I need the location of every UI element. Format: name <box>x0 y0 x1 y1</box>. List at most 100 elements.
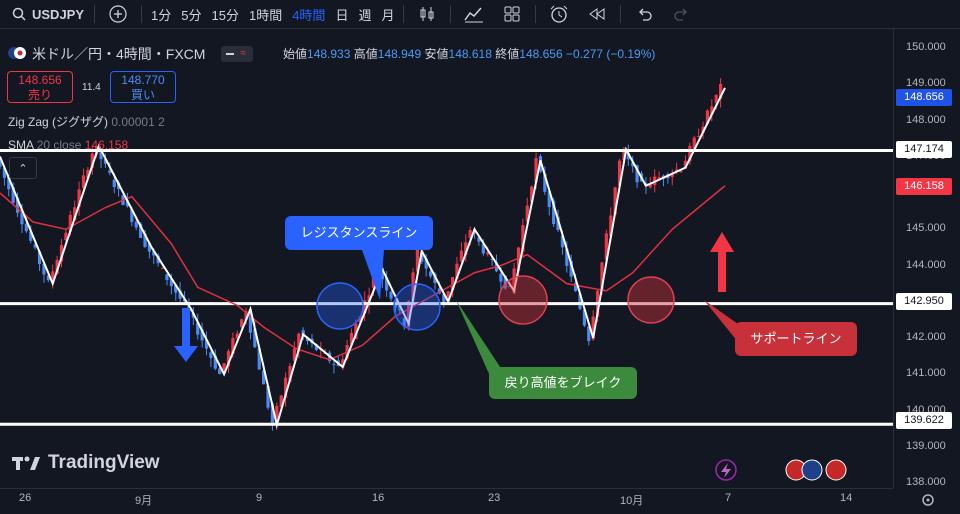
callout-pointer <box>456 300 506 376</box>
price-label: 148.000 <box>906 113 946 126</box>
divider <box>94 5 96 23</box>
chart-legend: 米ドル／円・4時間・FXCM ≈ <box>8 44 254 64</box>
indicator-value: 146.158 <box>84 138 129 152</box>
settings-icon[interactable] <box>920 492 936 508</box>
high-label: 高値 <box>353 47 378 61</box>
time-label: 9 <box>256 492 263 504</box>
event-flags-icon[interactable] <box>785 459 847 481</box>
zigzag-indicator-legend[interactable]: Zig Zag (ジグザグ) 0.00001 2 <box>8 113 165 130</box>
support-price-tag: 142.950 <box>896 293 952 310</box>
price-label: 138.000 <box>906 476 946 488</box>
divider <box>620 5 622 23</box>
candlestick-icon <box>414 1 440 27</box>
candle-body <box>134 221 138 228</box>
buy-price: 148.770 <box>121 73 165 87</box>
timeframe-button[interactable]: 日 <box>330 0 353 28</box>
resistance-touch-circle <box>393 283 441 331</box>
timeframe-button[interactable]: 1時間 <box>244 0 287 28</box>
lightning-bolt <box>721 463 731 478</box>
candle-body <box>209 352 213 359</box>
undo-button[interactable] <box>625 0 663 28</box>
price-label: 139.000 <box>906 439 946 452</box>
open-value: 148.933 <box>307 47 351 61</box>
timeframe-button[interactable]: 週 <box>353 0 376 28</box>
watermark-text: TradingView <box>48 452 160 473</box>
chevron-up-icon: ⌃ <box>18 162 28 175</box>
time-label: 7 <box>725 492 732 504</box>
price-label: 144.000 <box>906 258 946 271</box>
tradingview-logo[interactable]: TradingView <box>12 452 160 474</box>
indicators-icon <box>461 1 487 27</box>
layouts-button[interactable] <box>493 0 531 28</box>
chart-type-button[interactable] <box>408 0 446 28</box>
candle-body <box>332 363 336 365</box>
sma-indicator-legend[interactable]: SMA 20 close 146.158 <box>8 138 128 152</box>
tradingview-logo-icon <box>12 456 40 470</box>
timeframe-selector: 1分 5分 15分 1時間 4時間日週月 <box>146 0 399 28</box>
timeframe-button[interactable]: 4時間 <box>287 0 330 28</box>
low-value: 148.618 <box>448 47 492 61</box>
timeframe-button[interactable]: 月 <box>376 0 399 28</box>
time-label: 14 <box>840 492 853 504</box>
indicator-name: SMA <box>8 138 34 152</box>
candle-body <box>165 274 169 280</box>
eye-toggle-icon[interactable]: ≈ <box>221 46 254 62</box>
indicator-params: 20 close <box>36 138 82 152</box>
candle-body <box>499 273 503 282</box>
time-axis[interactable] <box>0 488 893 514</box>
symbol-search[interactable]: USDJPY <box>0 0 90 28</box>
collapse-legend-button[interactable]: ⌃ <box>9 157 37 179</box>
resistance-callout: レジスタンスライン <box>285 216 433 250</box>
close-label: 終値 <box>495 47 520 61</box>
timeframe-button[interactable]: 5分 <box>176 0 206 28</box>
price-label: 141.000 <box>906 367 946 380</box>
divider <box>141 5 143 23</box>
redo-button[interactable] <box>663 0 701 28</box>
timeframe-button[interactable]: 1分 <box>146 0 176 28</box>
low-price-tag: 139.622 <box>896 412 952 429</box>
callout-pointer <box>704 300 738 342</box>
alert-button[interactable] <box>540 0 578 28</box>
sell-label: 売り <box>27 88 52 102</box>
up-arrow-icon <box>710 232 734 292</box>
undo-icon <box>631 1 657 27</box>
replay-button[interactable] <box>578 0 616 28</box>
breakout-callout: 戻り高値をブレイク <box>489 367 637 399</box>
compare-button[interactable] <box>99 0 137 28</box>
time-label: 16 <box>372 492 385 504</box>
grid-icon <box>499 1 525 27</box>
high-value: 148.949 <box>377 47 422 61</box>
resistance-price-tag: 147.174 <box>896 141 952 158</box>
search-icon <box>6 1 32 27</box>
spread-value: 11.4 <box>82 82 101 93</box>
timeframe-button[interactable]: 15分 <box>207 0 244 28</box>
price-label: 150.000 <box>906 41 946 53</box>
support-callout: サポートライン <box>735 322 857 356</box>
buy-label: 買い <box>130 88 155 102</box>
usdjpy-flag-icon <box>8 46 26 63</box>
time-label: 10月 <box>620 495 644 507</box>
symbol-name: USDJPY <box>32 6 85 22</box>
redo-icon <box>669 1 695 27</box>
price-label: 142.000 <box>906 331 946 343</box>
time-label: 26 <box>19 492 32 504</box>
buy-button[interactable]: 148.770 買い <box>110 71 176 103</box>
change-value: −0.277 (−0.19%) <box>566 47 656 61</box>
divider <box>450 5 452 23</box>
indicator-name: Zig Zag (ジグザグ) <box>8 115 109 129</box>
candle-body <box>112 179 116 188</box>
rewind-icon <box>584 1 610 27</box>
support-touch-circle <box>498 275 548 325</box>
indicators-button[interactable] <box>455 0 493 28</box>
low-label: 安値 <box>424 47 449 61</box>
top-toolbar: USDJPY 1分 5分 15分 1時間 4時間日週月 <box>0 0 960 29</box>
support-touch-circle <box>627 276 675 324</box>
candle-body <box>389 291 393 299</box>
sma-price-tag: 146.158 <box>896 178 952 195</box>
plus-circle-icon <box>105 1 131 27</box>
indicator-params: 0.00001 2 <box>111 115 165 129</box>
chart-title: 米ドル／円・4時間・FXCM <box>32 46 206 62</box>
divider <box>535 5 537 23</box>
open-label: 始値 <box>283 47 308 61</box>
sell-button[interactable]: 148.656 売り <box>7 71 73 103</box>
